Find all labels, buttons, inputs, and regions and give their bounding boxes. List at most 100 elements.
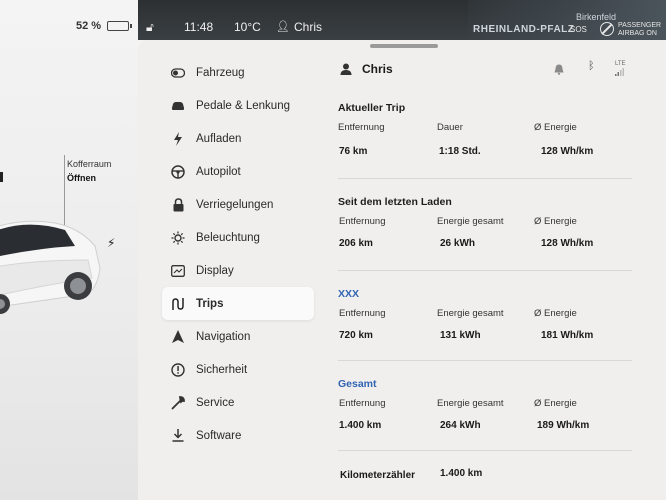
user-name[interactable]: Chris [294,20,322,34]
lte-signal-icon: LTE [615,61,626,76]
status-bar: 🔓︎ 11:48 10°C 👤︎ Chris RHEINLAND-PFALZ B… [138,0,666,40]
section-divider [338,360,632,361]
value-total-energy: 264 kWh [440,420,481,431]
menu-item-display[interactable]: Display [162,254,314,287]
header-avg-energy: Ø Energie [534,122,577,133]
passenger-airbag-status: PASSENGER AIRBAG ON [618,22,661,38]
menu-item-software[interactable]: Software [162,419,314,452]
menu-item-service[interactable]: Service [162,386,314,419]
airbag-off-icon [600,22,614,36]
steering-wheel-icon [170,164,186,180]
section-xxx: XXX Entfernung Energie gesamt Ø Energie … [338,288,638,361]
display-icon [170,263,186,279]
menu-item-pedale-lenkung[interactable]: Pedale & Lenkung [162,89,314,122]
menu-label: Pedale & Lenkung [196,99,290,112]
map-region-label: RHEINLAND-PFALZ [473,24,575,35]
section-headers: Entfernung Energie gesamt Ø Energie [338,308,638,326]
menu-item-sicherheit[interactable]: Sicherheit [162,353,314,386]
lock-status-icon[interactable]: 🔓︎ [146,20,154,35]
section-title-editable[interactable]: XXX [338,288,638,308]
value-distance: 720 km [339,330,373,341]
value-distance: 1.400 km [339,420,382,431]
header-total-energy: Energie gesamt [437,308,504,319]
trunk-open-button[interactable]: Öffnen [67,171,111,185]
menu-label: Autopilot [196,165,241,178]
section-headers: Entfernung Dauer Ø Energie [338,122,638,140]
value-duration: 1:18 Std. [439,146,481,157]
edge-marker [0,172,3,182]
value-distance: 206 km [339,238,373,249]
car-view-panel: 52 % Kofferraum Öffnen ⚡ [0,0,152,500]
section-title: Seit dem letzten Laden [338,196,452,208]
header-avg-energy: Ø Energie [534,398,577,409]
clock: 11:48 [184,20,214,34]
trips-content: Chris ᛒ LTE Aktueller Trip Entfernung Da… [338,58,638,481]
section-total: Gesamt Entfernung Energie gesamt Ø Energ… [338,378,638,451]
menu-label: Verriegelungen [196,198,274,211]
menu-label: Sicherheit [196,363,248,376]
info-icon [170,362,186,378]
menu-label: Beleuchtung [196,231,260,244]
map-town-label: Birkenfeld [576,12,617,22]
trunk-control[interactable]: Kofferraum Öffnen [67,157,111,185]
menu-item-autopilot[interactable]: Autopilot [162,155,314,188]
lock-icon [170,197,186,213]
section-headers: Entfernung Energie gesamt Ø Energie [338,398,638,416]
person-icon[interactable] [340,62,352,80]
bell-icon[interactable] [554,62,564,80]
menu-item-trips[interactable]: Trips [162,287,314,320]
section-values: 720 km 131 kWh 181 Wh/km [338,326,638,354]
header-distance: Entfernung [339,308,386,319]
menu-item-verriegelungen[interactable]: Verriegelungen [162,188,314,221]
navigation-icon [170,329,186,345]
menu-label: Aufladen [196,132,242,145]
section-divider [338,270,632,271]
menu-label: Display [196,264,234,277]
section-values: 76 km 1:18 Std. 128 Wh/km [338,140,638,168]
menu-label: Fahrzeug [196,66,245,79]
battery-indicator: 52 % [76,20,133,32]
lte-label: LTE [615,61,626,67]
odometer-label: Kilometerzähler [340,470,416,481]
section-divider [338,178,632,179]
header-avg-energy: Ø Energie [534,216,577,227]
sun-icon [170,230,186,246]
value-avg-energy: 128 Wh/km [541,238,594,249]
value-avg-energy: 189 Wh/km [537,420,590,431]
section-title: Aktueller Trip [338,102,406,114]
header-total-energy: Energie gesamt [437,216,504,227]
charging-bolt-icon: ⚡ [107,236,116,250]
header-distance: Entfernung [339,398,386,409]
menu-label: Navigation [196,330,251,343]
menu-item-aufladen[interactable]: Aufladen [162,122,314,155]
profile-name[interactable]: Chris [362,62,393,76]
user-profile-icon[interactable]: 👤︎ [276,20,290,33]
battery-percent: 52 % [76,20,102,32]
menu-label: Service [196,396,235,409]
trips-icon [170,296,186,312]
value-distance: 76 km [339,146,368,157]
value-total-energy: 131 kWh [440,330,481,341]
profile-header: Chris ᛒ LTE [338,58,638,86]
menu-item-fahrzeug[interactable]: Fahrzeug [162,56,314,89]
section-current-trip: Aktueller Trip Entfernung Dauer Ø Energi… [338,102,638,179]
header-total-energy: Energie gesamt [437,398,504,409]
header-distance: Entfernung [339,216,386,227]
menu-item-beleuchtung[interactable]: Beleuchtung [162,221,314,254]
menu-item-navigation[interactable]: Navigation [162,320,314,353]
section-divider [338,450,632,451]
airbag-line2: AIRBAG ON [618,30,657,37]
airbag-line1: PASSENGER [618,22,662,29]
menu-label: Software [196,429,242,442]
car-icon [170,98,186,114]
bluetooth-icon[interactable]: ᛒ [588,60,595,72]
header-distance: Entfernung [338,122,385,133]
car-image [0,220,101,314]
panel-grab-handle[interactable] [370,44,438,48]
odometer-value: 1.400 km [440,468,483,479]
wrench-icon [170,395,186,411]
value-total-energy: 26 kWh [440,238,476,249]
trunk-label: Kofferraum [67,159,112,169]
outside-temperature: 10°C [234,20,261,34]
sos-label: SOS [570,25,587,34]
